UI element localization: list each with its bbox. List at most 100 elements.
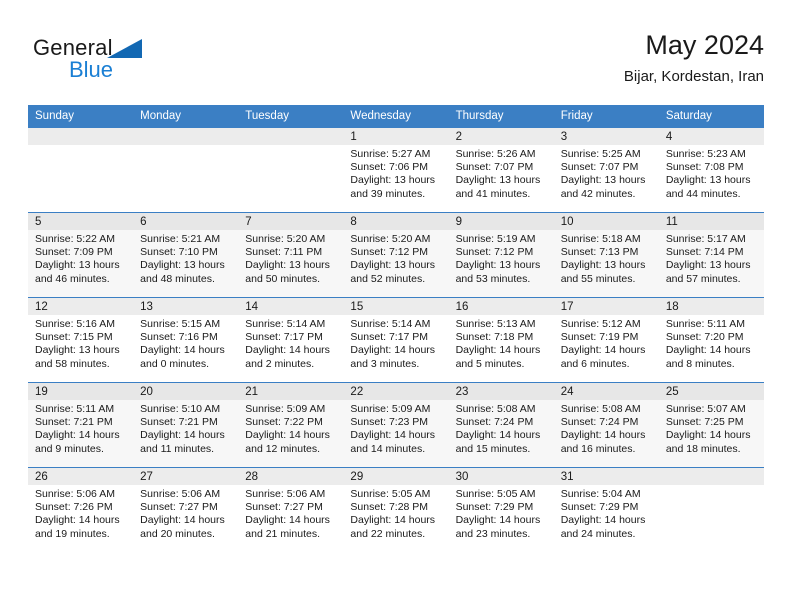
title-block: May 2024 Bijar, Kordestan, Iran [624,28,764,88]
day-number: 16 [448,298,554,315]
day-details [133,145,238,148]
daylight-line: and 14 minutes. [350,442,426,455]
page-header: General Blue May 2024 Bijar, Kordestan, … [28,28,764,94]
calendar-day-cell[interactable]: 28 Sunrise: 5:06 AM Sunset: 7:27 PM Dayligh… [238,467,344,552]
sunrise-line: Sunrise: 5:08 AM [560,403,641,415]
daylight-line: Daylight: 14 hours [140,514,225,527]
general-blue-logo[interactable]: General Blue [33,35,223,91]
calendar-day-cell[interactable]: 30 Sunrise: 5:05 AM Sunset: 7:29 PM Dayligh… [448,467,554,552]
day-details: Sunrise: 5:08 AM Sunset: 7:24 PM Daylight:… [449,400,554,456]
sunset-line: Sunset: 7:23 PM [350,416,429,429]
day-details: Sunrise: 5:06 AM Sunset: 7:27 PM Daylight:… [133,485,238,541]
daylight-line: and 24 minutes. [560,527,636,540]
sunrise-line: Sunrise: 5:18 AM [560,233,641,245]
sunrise-line: Sunrise: 5:12 AM [560,318,641,330]
day-details: Sunrise: 5:20 AM Sunset: 7:11 PM Daylight:… [238,230,343,286]
calendar-day-cell[interactable]: 17 Sunrise: 5:12 AM Sunset: 7:19 PM Dayligh… [553,297,659,383]
daylight-line: and 41 minutes. [455,187,531,200]
daylight-line: Daylight: 13 hours [560,259,646,272]
sunset-line: Sunset: 7:07 PM [560,161,639,174]
day-number: 26 [28,468,134,485]
daylight-line: and 16 minutes. [560,442,636,455]
day-cell-inner: 8 Sunrise: 5:20 AM Sunset: 7:12 PM Daylight… [343,213,449,297]
calendar-day-cell[interactable]: 10 Sunrise: 5:18 AM Sunset: 7:13 PM Dayligh… [553,212,659,298]
calendar-day-cell[interactable]: 11 Sunrise: 5:17 AM Sunset: 7:14 PM Dayligh… [658,212,764,298]
sunset-line: Sunset: 7:27 PM [245,501,323,514]
daylight-line: Daylight: 14 hours [245,429,330,442]
calendar-day-cell[interactable]: 23 Sunrise: 5:08 AM Sunset: 7:24 PM Dayligh… [448,382,554,468]
day-number: 31 [553,468,659,485]
weekday-header-wednesday: Wednesday [343,105,449,128]
day-details [238,145,343,148]
calendar-week-row: 5 Sunrise: 5:22 AM Sunset: 7:09 PM Daylight… [28,212,764,298]
day-details: Sunrise: 5:14 AM Sunset: 7:17 PM Daylight:… [238,315,343,371]
calendar-day-cell[interactable]: 19 Sunrise: 5:11 AM Sunset: 7:21 PM Dayligh… [28,382,134,468]
sunrise-line: Sunrise: 5:27 AM [350,148,431,160]
sunrise-line: Sunrise: 5:20 AM [350,233,431,245]
sunset-line: Sunset: 7:21 PM [140,416,218,429]
daylight-line: and 12 minutes. [245,442,320,455]
calendar-day-cell[interactable]: 2 Sunrise: 5:26 AM Sunset: 7:07 PM Daylight… [448,127,554,213]
day-number: 5 [28,213,134,230]
calendar-day-cell[interactable]: 12 Sunrise: 5:16 AM Sunset: 7:15 PM Dayligh… [28,297,134,383]
day-cell-inner: 15 Sunrise: 5:14 AM Sunset: 7:17 PM Dayligh… [343,298,449,382]
calendar-day-cell[interactable]: 1 Sunrise: 5:27 AM Sunset: 7:06 PM Daylight… [343,127,449,213]
calendar-day-cell[interactable]: 5 Sunrise: 5:22 AM Sunset: 7:09 PM Daylight… [28,212,134,298]
daylight-line: and 52 minutes. [350,272,426,285]
logo-text-blue: Blue [69,57,114,82]
day-number: 24 [553,383,659,400]
daylight-line: Daylight: 14 hours [350,344,436,357]
day-cell-inner: 27 Sunrise: 5:06 AM Sunset: 7:27 PM Dayligh… [133,468,239,552]
day-number: 7 [238,213,344,230]
sunset-line: Sunset: 7:28 PM [350,501,429,514]
calendar-day-cell[interactable]: 15 Sunrise: 5:14 AM Sunset: 7:17 PM Dayligh… [343,297,449,383]
calendar-day-cell[interactable]: 4 Sunrise: 5:23 AM Sunset: 7:08 PM Daylight… [658,127,764,213]
logo-triangle-icon [107,39,142,58]
day-details: Sunrise: 5:22 AM Sunset: 7:09 PM Daylight:… [28,230,133,286]
day-number: 9 [448,213,554,230]
daylight-line: Daylight: 13 hours [350,259,436,272]
sunrise-line: Sunrise: 5:16 AM [35,318,115,330]
day-number [238,128,344,145]
daylight-line: and 2 minutes. [245,357,315,370]
sunset-line: Sunset: 7:21 PM [35,416,113,429]
day-number: 15 [343,298,449,315]
calendar-week-row: 26 Sunrise: 5:06 AM Sunset: 7:26 PM Dayligh… [28,467,764,552]
calendar-day-cell[interactable]: 21 Sunrise: 5:09 AM Sunset: 7:22 PM Dayligh… [238,382,344,468]
calendar-day-cell[interactable]: 14 Sunrise: 5:14 AM Sunset: 7:17 PM Dayligh… [238,297,344,383]
calendar-day-cell[interactable]: 24 Sunrise: 5:08 AM Sunset: 7:24 PM Dayligh… [553,382,659,468]
day-cell-inner: 29 Sunrise: 5:05 AM Sunset: 7:28 PM Dayligh… [343,468,449,552]
calendar-day-cell[interactable]: 8 Sunrise: 5:20 AM Sunset: 7:12 PM Daylight… [343,212,449,298]
day-details: Sunrise: 5:17 AM Sunset: 7:14 PM Daylight:… [659,230,764,286]
calendar-day-cell[interactable]: 22 Sunrise: 5:09 AM Sunset: 7:23 PM Dayligh… [343,382,449,468]
calendar-day-cell[interactable]: 27 Sunrise: 5:06 AM Sunset: 7:27 PM Dayligh… [133,467,239,552]
sunset-line: Sunset: 7:24 PM [560,416,639,429]
day-details: Sunrise: 5:13 AM Sunset: 7:18 PM Daylight:… [449,315,554,371]
calendar-day-cell[interactable]: 20 Sunrise: 5:10 AM Sunset: 7:21 PM Dayligh… [133,382,239,468]
sunrise-line: Sunrise: 5:06 AM [245,488,326,500]
sunset-line: Sunset: 7:26 PM [35,501,113,514]
calendar-day-cell[interactable]: 25 Sunrise: 5:07 AM Sunset: 7:25 PM Dayligh… [658,382,764,468]
calendar-day-cell[interactable]: 16 Sunrise: 5:13 AM Sunset: 7:18 PM Dayligh… [448,297,554,383]
calendar-week-row: 12 Sunrise: 5:16 AM Sunset: 7:15 PM Dayligh… [28,297,764,383]
day-number: 8 [343,213,449,230]
day-cell-inner: 19 Sunrise: 5:11 AM Sunset: 7:21 PM Dayligh… [28,383,134,467]
calendar-day-cell[interactable]: 18 Sunrise: 5:11 AM Sunset: 7:20 PM Dayligh… [658,297,764,383]
day-cell-inner: 26 Sunrise: 5:06 AM Sunset: 7:26 PM Dayligh… [28,468,134,552]
calendar-day-cell[interactable]: 26 Sunrise: 5:06 AM Sunset: 7:26 PM Dayligh… [28,467,134,552]
calendar-day-cell[interactable]: 13 Sunrise: 5:15 AM Sunset: 7:16 PM Dayligh… [133,297,239,383]
calendar-day-cell[interactable]: 3 Sunrise: 5:25 AM Sunset: 7:07 PM Daylight… [553,127,659,213]
daylight-line: and 44 minutes. [665,187,741,200]
calendar-day-cell[interactable]: 6 Sunrise: 5:21 AM Sunset: 7:10 PM Daylight… [133,212,239,298]
calendar-day-cell[interactable]: 31 Sunrise: 5:04 AM Sunset: 7:29 PM Dayligh… [553,467,659,552]
calendar-week-row: 1 Sunrise: 5:27 AM Sunset: 7:06 PM Daylight… [28,127,764,213]
sunrise-line: Sunrise: 5:08 AM [455,403,536,415]
calendar-day-cell[interactable]: 29 Sunrise: 5:05 AM Sunset: 7:28 PM Dayligh… [343,467,449,552]
calendar-day-cell[interactable]: 7 Sunrise: 5:20 AM Sunset: 7:11 PM Daylight… [238,212,344,298]
day-number: 12 [28,298,134,315]
calendar-day-cell[interactable]: 9 Sunrise: 5:19 AM Sunset: 7:12 PM Daylight… [448,212,554,298]
daylight-line: and 6 minutes. [560,357,630,370]
sunset-line: Sunset: 7:12 PM [350,246,429,259]
day-cell-inner: 23 Sunrise: 5:08 AM Sunset: 7:24 PM Dayligh… [448,383,554,467]
weekday-header-thursday: Thursday [448,105,554,128]
